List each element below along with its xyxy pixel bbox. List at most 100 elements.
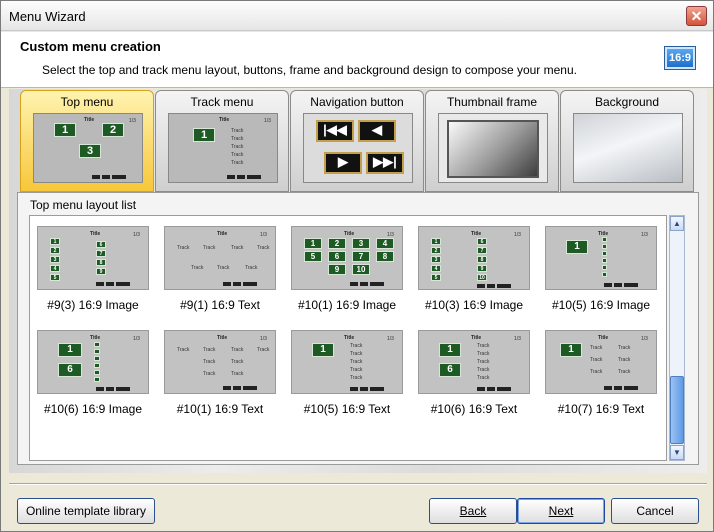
- layout-item[interactable]: Title 1/3 1 Track Track Track Track Trac…: [545, 330, 657, 416]
- preview-track: Track: [350, 367, 363, 373]
- aspect-ratio-badge[interactable]: 16:9: [664, 46, 696, 70]
- scroll-thumb[interactable]: [670, 376, 684, 444]
- preview-bar: [604, 283, 612, 287]
- layout-preview: Title 1/3 1 6 Track Track Track Track Tr…: [418, 330, 530, 394]
- window-title: Menu Wizard: [9, 9, 86, 24]
- preview-track: Track: [477, 375, 490, 381]
- preview-bar: [614, 386, 622, 390]
- tab-navigation-button[interactable]: Navigation button |◀◀ ◀ ▶ ▶▶|: [290, 90, 424, 192]
- layout-item[interactable]: Title 1/3 1 2 3 4 5 6 7 8 9 10: [418, 226, 530, 312]
- preview-bar: [247, 175, 261, 179]
- preview-button-3: 3: [79, 144, 101, 158]
- preview-bar: [370, 282, 384, 286]
- preview-page: 1/3: [264, 118, 271, 124]
- layout-preview: Title 1/3 1: [545, 226, 657, 290]
- layout-preview: Title 1/3 1 6: [37, 330, 149, 394]
- preview-button: 8: [376, 251, 394, 262]
- tab-background[interactable]: Background: [560, 90, 694, 192]
- wizard-header: Custom menu creation Select the top and …: [1, 32, 713, 88]
- preview-button: 5: [431, 274, 441, 281]
- preview-page: 1/3: [129, 118, 136, 124]
- layout-preview: Title 1/3 1 2 3 4 5 6 7 8 9: [37, 226, 149, 290]
- preview-button: 4: [431, 265, 441, 272]
- preview-track: Track: [203, 245, 216, 251]
- tab-label: Thumbnail frame: [446, 95, 538, 109]
- preview-track: Track: [477, 351, 490, 357]
- next-icon: ▶: [324, 152, 362, 174]
- preview-bar: [360, 387, 368, 391]
- layout-label: #9(3) 16:9 Image: [47, 298, 139, 312]
- preview-mini-button: [602, 251, 607, 256]
- preview-button: 1: [312, 343, 334, 357]
- layout-list-scrollbar[interactable]: ▲ ▼: [669, 215, 685, 461]
- preview-title: Title: [217, 335, 228, 341]
- layout-item[interactable]: Title 1/3 1 Track Track Track Track Trac…: [291, 330, 403, 416]
- layout-preview: Title 1/3 1 2 3 4 5 6 7 8 9 10: [418, 226, 530, 290]
- tab-top-menu[interactable]: Top menu Title 1/3 1 2 3: [20, 90, 154, 192]
- preview-track: Track: [350, 351, 363, 357]
- tab-thumbnail-frame[interactable]: Thumbnail frame: [425, 90, 559, 192]
- preview-page: 1/3: [387, 336, 394, 342]
- preview-bar: [106, 282, 114, 286]
- preview-button: 3: [431, 256, 441, 263]
- layout-label: #10(3) 16:9 Image: [424, 298, 524, 312]
- preview-bar: [112, 175, 126, 179]
- preview-track: Track: [203, 359, 216, 365]
- cancel-button[interactable]: Cancel: [611, 498, 699, 524]
- preview-bar: [116, 282, 130, 286]
- preview-bar: [487, 284, 495, 288]
- scroll-down-button[interactable]: ▼: [670, 445, 684, 460]
- preview-bar: [497, 387, 511, 391]
- preview-track: Track: [618, 345, 631, 351]
- preview-button: 7: [477, 247, 487, 254]
- preview-track: Track: [231, 160, 244, 166]
- next-button-label: Next: [548, 504, 574, 518]
- layout-item[interactable]: Title 1/3 1 6 #10(6) 16:9 Image: [37, 330, 149, 416]
- preview-button: 1: [566, 240, 588, 254]
- preview-track: Track: [350, 343, 363, 349]
- preview-title: Title: [471, 231, 482, 237]
- layout-grid: Title 1/3 1 2 3 4 5 6 7 8 9 #9(3) 16:9 I…: [29, 215, 667, 461]
- preview-track: Track: [618, 369, 631, 375]
- preview-bar: [360, 282, 368, 286]
- preview-bar: [233, 282, 241, 286]
- layout-label: #10(1) 16:9 Image: [297, 298, 397, 312]
- preview-button: 5: [304, 251, 322, 262]
- preview-mini-button: [602, 258, 607, 263]
- layout-item[interactable]: Title 1/3 1 2 3 4 5 6 7 8 9 10: [291, 226, 403, 312]
- preview-button: 6: [328, 251, 346, 262]
- preview-track: Track: [203, 371, 216, 377]
- preview-button: 2: [431, 247, 441, 254]
- next-button[interactable]: Next: [517, 498, 605, 524]
- preview-mini-button: [94, 370, 100, 375]
- preview-button: 1: [58, 343, 82, 357]
- preview-bar: [116, 387, 130, 391]
- scroll-up-button[interactable]: ▲: [670, 216, 684, 231]
- close-icon: ✕: [690, 8, 703, 24]
- preview-button: 10: [477, 274, 487, 281]
- preview-bar: [223, 282, 231, 286]
- layout-item[interactable]: Title 1/3 1 2 3 4 5 6 7 8 9 #9(3) 16:9 I…: [37, 226, 149, 312]
- layout-label: #10(6) 16:9 Image: [43, 402, 143, 416]
- online-template-library-button[interactable]: Online template library: [17, 498, 155, 524]
- layout-list-panel: Top menu layout list Title 1/3 1 2 3 4 5…: [17, 192, 699, 465]
- back-button[interactable]: Back: [429, 498, 517, 524]
- preview-track: Track: [177, 245, 190, 251]
- layout-item[interactable]: Title 1/3 Track Track Track Track Track …: [164, 226, 276, 312]
- preview-track: Track: [231, 347, 244, 353]
- layout-item[interactable]: Title 1/3 Track Track Track Track Track …: [164, 330, 276, 416]
- title-bar: Menu Wizard ✕: [1, 1, 713, 31]
- preview-button: 6: [58, 363, 82, 377]
- layout-item[interactable]: Title 1/3 1 #10(5) 16:9 Image: [545, 226, 657, 312]
- preview-title: Title: [90, 231, 101, 237]
- tab-track-menu[interactable]: Track menu Title 1/3 1 Track Track Track…: [155, 90, 289, 192]
- preview-title: Title: [90, 335, 101, 341]
- preview-track: Track: [257, 245, 270, 251]
- preview-track: Track: [203, 347, 216, 353]
- preview-button: 8: [96, 259, 106, 266]
- preview-title: Title: [344, 231, 355, 237]
- preview-bar: [96, 387, 104, 391]
- layout-item[interactable]: Title 1/3 1 6 Track Track Track Track Tr…: [418, 330, 530, 416]
- preview-title: Title: [471, 335, 482, 341]
- close-button[interactable]: ✕: [686, 6, 707, 26]
